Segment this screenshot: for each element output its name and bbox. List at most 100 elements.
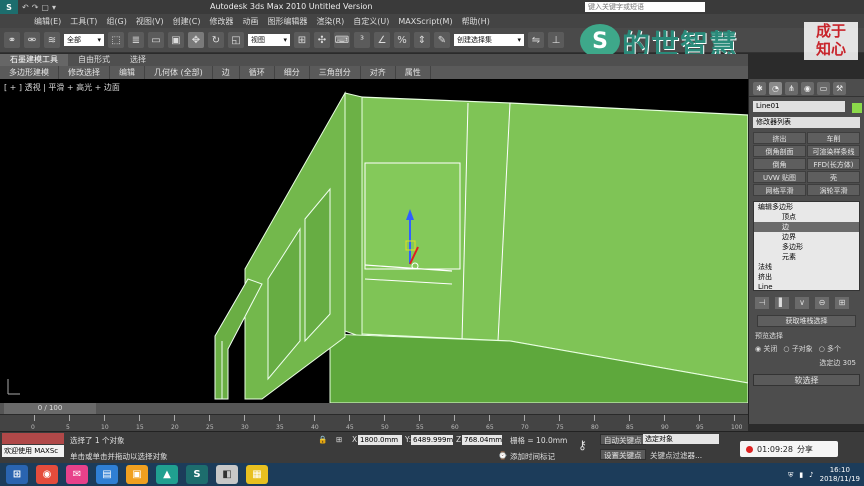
panel-edit[interactable]: 编辑	[110, 66, 145, 79]
percent-snap-icon[interactable]: %	[394, 32, 410, 48]
taskbar-chart-icon[interactable]: ▲	[156, 465, 178, 484]
panel-subdivision[interactable]: 细分	[275, 66, 310, 79]
move-icon[interactable]: ✥	[188, 32, 204, 48]
modify-tab-icon[interactable]: ◔	[769, 82, 782, 95]
tab-freeform[interactable]: 自由形式	[68, 54, 120, 66]
spinner-snap-icon[interactable]: ⇕	[414, 32, 430, 48]
shield-icon[interactable]: ⛨	[788, 471, 793, 480]
menu-customize[interactable]: 自定义(U)	[353, 16, 389, 27]
stack-item[interactable]: 挤出	[754, 272, 859, 282]
motion-tab-icon[interactable]: ◉	[801, 82, 814, 95]
add-time-tag[interactable]: 添加时间标记	[510, 451, 555, 462]
time-slider-thumb[interactable]: 0 / 100	[4, 403, 96, 414]
mirror-icon[interactable]: ⇋	[528, 32, 544, 48]
panel-properties[interactable]: 属性	[396, 66, 431, 79]
modifier-button[interactable]: FFD(长方体)	[807, 157, 860, 170]
scale-icon[interactable]: ◱	[228, 32, 244, 48]
modifier-button[interactable]: 网格平滑	[753, 183, 806, 196]
network-icon[interactable]: ▮	[799, 471, 803, 479]
save-icon[interactable]: ▢	[41, 3, 49, 12]
show-end-result-icon[interactable]: ▌	[775, 296, 789, 309]
stack-item-selected[interactable]: 边	[754, 221, 859, 232]
select-by-name-icon[interactable]: ≣	[128, 32, 144, 48]
y-coordinate-field[interactable]: 6489.999m	[411, 435, 453, 445]
create-tab-icon[interactable]: ✱	[753, 82, 766, 95]
menu-rendering[interactable]: 渲染(R)	[316, 16, 344, 27]
pivot-center-icon[interactable]: ⊞	[294, 32, 310, 48]
z-coordinate-field[interactable]: 768.04mm	[462, 435, 502, 445]
time-slider[interactable]: 0 / 100	[0, 403, 748, 414]
modifier-list-dropdown[interactable]: 修改器列表	[753, 116, 860, 128]
auto-key-button[interactable]: 自动关键点	[600, 434, 646, 445]
angle-snap-icon[interactable]: ∠	[374, 32, 390, 48]
absolute-mode-icon[interactable]: ⊞	[336, 435, 342, 444]
object-name-field[interactable]: Line01	[753, 101, 845, 112]
start-button-icon[interactable]: ⊞	[6, 465, 28, 484]
rotate-icon[interactable]: ↻	[208, 32, 224, 48]
panel-triangulation[interactable]: 三角剖分	[310, 66, 361, 79]
bind-space-warp-icon[interactable]: ≋	[44, 32, 60, 48]
stack-item[interactable]: 编辑多边形	[754, 202, 859, 212]
panel-polygon-modeling[interactable]: 多边形建模	[0, 66, 59, 79]
pin-stack-icon[interactable]: ⊣	[755, 296, 769, 309]
remove-modifier-icon[interactable]: ⊖	[815, 296, 829, 309]
modifier-button[interactable]: 涡轮平滑	[807, 183, 860, 196]
hierarchy-tab-icon[interactable]: ⋔	[785, 82, 798, 95]
modifier-button[interactable]: 可渲染样条线	[807, 144, 860, 157]
taskbar-chat-icon[interactable]: ✉	[66, 465, 88, 484]
select-manipulate-icon[interactable]: ✣	[314, 32, 330, 48]
preview-multi-radio[interactable]: ○ 多个	[819, 344, 841, 354]
menu-views[interactable]: 视图(V)	[136, 16, 164, 27]
panel-loops[interactable]: 循环	[240, 66, 275, 79]
get-stack-selection-button[interactable]: 获取堆栈选择	[757, 314, 856, 327]
stack-item[interactable]: Line	[754, 282, 859, 292]
make-unique-icon[interactable]: ∨	[795, 296, 809, 309]
panel-geometry-all[interactable]: 几何体 (全部)	[145, 66, 213, 79]
edit-named-selection-icon[interactable]: ✎	[434, 32, 450, 48]
key-icon[interactable]: ⚷	[578, 438, 587, 452]
preview-off-radio[interactable]: ◉ 关闭	[755, 344, 777, 354]
undo-icon[interactable]: ↶	[22, 3, 29, 12]
perspective-viewport[interactable]: [ + ] 透视 | 平滑 + 高光 + 边面	[0, 79, 748, 403]
taskbar-paint-icon[interactable]: ◧	[216, 465, 238, 484]
tab-selection[interactable]: 选择	[120, 54, 156, 66]
utilities-tab-icon[interactable]: ⚒	[833, 82, 846, 95]
menu-tools[interactable]: 工具(T)	[70, 16, 97, 27]
tab-graphite-modeling[interactable]: 石墨建模工具	[0, 54, 68, 66]
menu-help[interactable]: 帮助(H)	[462, 16, 490, 27]
menu-animation[interactable]: 动画	[242, 16, 258, 27]
panel-align[interactable]: 对齐	[361, 66, 396, 79]
x-coordinate-field[interactable]: 1800.0mm	[358, 435, 402, 445]
lock-icon[interactable]: 🔒	[318, 435, 327, 444]
share-button[interactable]: 分享	[797, 444, 813, 455]
keyboard-shortcut-icon[interactable]: ⌨	[334, 32, 350, 48]
named-selection-dropdown[interactable]: 创建选择集 ▾	[454, 34, 524, 46]
snap-3d-icon[interactable]: ³	[354, 32, 370, 48]
soft-selection-rollout[interactable]: 软选择	[753, 373, 860, 386]
menu-maxscript[interactable]: MAXScript(M)	[398, 17, 452, 26]
key-filters-button[interactable]: 关键点过滤器...	[650, 450, 702, 461]
stack-item[interactable]: 元素	[754, 252, 859, 262]
panel-edges[interactable]: 边	[213, 66, 240, 79]
modifier-button[interactable]: 挤出	[753, 131, 806, 144]
key-mode-dropdown[interactable]: 选定对象	[643, 434, 719, 444]
modifier-button[interactable]: 车削	[807, 131, 860, 144]
unlink-icon[interactable]: ⚮	[24, 32, 40, 48]
dropdown-icon[interactable]: ▾	[52, 3, 56, 12]
maxscript-listener-mini[interactable]	[2, 433, 64, 444]
select-object-icon[interactable]: ⬚	[108, 32, 124, 48]
link-icon[interactable]: ⚭	[4, 32, 20, 48]
maxscript-welcome[interactable]: 欢迎使用 MAXSc	[2, 445, 64, 457]
redo-icon[interactable]: ↷	[32, 3, 39, 12]
taskbar-app-icon[interactable]: ◉	[36, 465, 58, 484]
stack-item[interactable]: 顶点	[754, 212, 859, 222]
set-key-button[interactable]: 设置关键点	[600, 449, 646, 460]
display-tab-icon[interactable]: ▭	[817, 82, 830, 95]
stack-item[interactable]: 多边形	[754, 242, 859, 252]
time-tag-icon[interactable]: ⌚	[498, 451, 507, 460]
taskbar-notes-icon[interactable]: ▦	[246, 465, 268, 484]
panel-modify-selection[interactable]: 修改选择	[59, 66, 110, 79]
3dsmax-logo-icon[interactable]: S	[0, 0, 18, 14]
clock[interactable]: 16:10 2018/11/19	[820, 466, 860, 484]
configure-sets-icon[interactable]: ⊞	[835, 296, 849, 309]
